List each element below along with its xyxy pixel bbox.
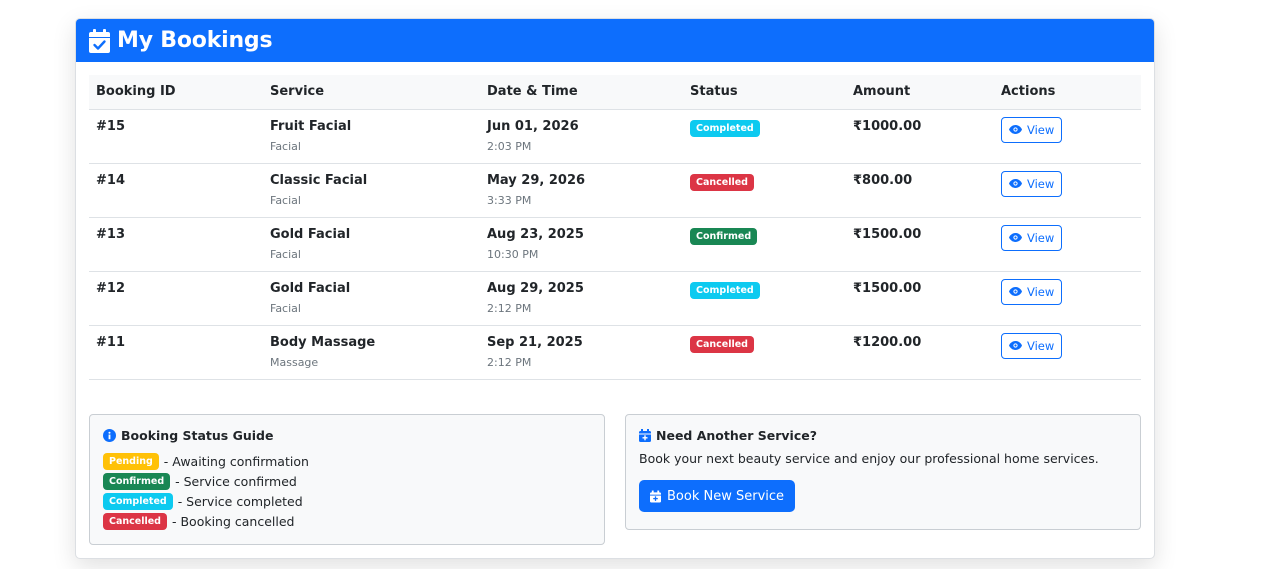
- guide-item-text: - Awaiting confirmation: [163, 453, 309, 469]
- service-name: Gold Facial: [270, 226, 351, 242]
- table-row: #15 Fruit Facial Facial Jun 01, 2026 2:03 …: [89, 109, 1141, 163]
- confirmed-badge: Confirmed: [103, 472, 171, 490]
- booking-time: 10:30 PM: [487, 247, 539, 261]
- booking-amount: ₹800.00: [853, 172, 913, 188]
- service-category: Facial: [270, 139, 301, 153]
- booking-amount: ₹1500.00: [853, 280, 922, 296]
- table-row: #11 Body Massage Massage Sep 21, 2025 2:12…: [89, 325, 1141, 379]
- service-category: Facial: [270, 193, 301, 207]
- view-button-label: View: [1027, 284, 1055, 299]
- booking-date: Jun 01, 2026: [487, 118, 579, 134]
- column-header-service: Service: [263, 75, 480, 110]
- column-header-booking-id: Booking ID: [89, 75, 263, 110]
- view-button[interactable]: View: [1001, 170, 1063, 197]
- status-badge: Cancelled: [690, 173, 754, 191]
- column-header-date-time: Date & Time: [480, 75, 683, 110]
- view-button-label: View: [1027, 176, 1055, 191]
- guide-item: Pending - Awaiting confirmation: [103, 451, 591, 471]
- booking-id: #13: [96, 226, 125, 242]
- service-name: Classic Facial: [270, 172, 368, 188]
- book-new-service-label: Book New Service: [667, 488, 785, 504]
- promo-text: Book your next beauty service and enjoy …: [639, 451, 1099, 466]
- table-header-row: Booking ID Service Date & Time Status Am…: [89, 75, 1141, 110]
- pending-badge: Pending: [103, 452, 159, 470]
- service-category: Facial: [270, 247, 301, 261]
- card-header: My Bookings: [76, 19, 1154, 62]
- booking-id: #11: [96, 334, 125, 350]
- view-button-label: View: [1027, 122, 1055, 137]
- promo-panel: Need Another Service? Book your next bea…: [625, 414, 1141, 530]
- status-badge: Completed: [690, 281, 760, 299]
- guide-item: Cancelled - Booking cancelled: [103, 511, 591, 531]
- promo-header: Need Another Service?: [639, 428, 1127, 443]
- service-category: Massage: [270, 355, 319, 369]
- booking-date: Aug 23, 2025: [487, 226, 584, 242]
- page-title: My Bookings: [117, 28, 273, 53]
- eye-icon: [1009, 125, 1022, 134]
- status-guide-panel: Booking Status Guide Pending - Awaiting …: [89, 414, 605, 545]
- status-badge: Confirmed: [690, 227, 758, 245]
- promo-title: Need Another Service?: [656, 428, 817, 443]
- booking-amount: ₹1500.00: [853, 226, 922, 242]
- guide-item: Completed - Service completed: [103, 491, 591, 511]
- view-button[interactable]: View: [1001, 116, 1063, 143]
- booking-id: #14: [96, 172, 125, 188]
- column-header-actions: Actions: [994, 75, 1141, 110]
- booking-time: 2:12 PM: [487, 301, 532, 315]
- status-badge: Cancelled: [690, 335, 754, 353]
- booking-id: #12: [96, 280, 125, 296]
- bookings-table-wrap: Booking ID Service Date & Time Status Am…: [89, 75, 1141, 380]
- booking-id: #15: [96, 118, 125, 134]
- status-guide-header: Booking Status Guide: [103, 428, 591, 443]
- booking-date: Sep 21, 2025: [487, 334, 583, 350]
- booking-date: Aug 29, 2025: [487, 280, 584, 296]
- cancelled-badge: Cancelled: [103, 512, 167, 530]
- booking-time: 2:12 PM: [487, 355, 532, 369]
- column-header-amount: Amount: [846, 75, 994, 110]
- table-row: #13 Gold Facial Facial Aug 23, 2025 10:30 …: [89, 217, 1141, 271]
- eye-icon: [1009, 341, 1022, 350]
- service-category: Facial: [270, 301, 301, 315]
- guide-item: Confirmed - Service confirmed: [103, 471, 591, 491]
- bookings-card: My Bookings Booking ID Service Date & Ti…: [75, 18, 1155, 559]
- booking-time: 2:03 PM: [487, 139, 532, 153]
- view-button-label: View: [1027, 338, 1055, 353]
- eye-icon: [1009, 179, 1022, 188]
- booking-amount: ₹1200.00: [853, 334, 922, 350]
- service-name: Fruit Facial: [270, 118, 352, 134]
- view-button[interactable]: View: [1001, 224, 1063, 251]
- calendar-check-icon: [89, 28, 110, 53]
- table-row: #12 Gold Facial Facial Aug 29, 2025 2:12 P…: [89, 271, 1141, 325]
- service-name: Gold Facial: [270, 280, 351, 296]
- booking-date: May 29, 2026: [487, 172, 586, 188]
- view-button[interactable]: View: [1001, 332, 1063, 359]
- calendar-plus-icon: [639, 429, 651, 442]
- completed-badge: Completed: [103, 492, 173, 510]
- column-header-status: Status: [683, 75, 846, 110]
- book-new-service-button[interactable]: Book New Service: [639, 480, 796, 512]
- view-button[interactable]: View: [1001, 278, 1063, 305]
- eye-icon: [1009, 287, 1022, 296]
- guide-item-text: - Service completed: [177, 493, 303, 509]
- view-button-label: View: [1027, 230, 1055, 245]
- booking-amount: ₹1000.00: [853, 118, 922, 134]
- table-row: #14 Classic Facial Facial May 29, 2026 3:3…: [89, 163, 1141, 217]
- guide-item-text: - Booking cancelled: [171, 513, 295, 529]
- calendar-plus-icon: [650, 490, 661, 502]
- bookings-table: Booking ID Service Date & Time Status Am…: [89, 75, 1141, 380]
- status-guide-title: Booking Status Guide: [121, 428, 274, 443]
- booking-time: 3:33 PM: [487, 193, 532, 207]
- eye-icon: [1009, 233, 1022, 242]
- guide-item-text: - Service confirmed: [175, 473, 297, 489]
- status-badge: Completed: [690, 119, 760, 137]
- info-icon: [103, 429, 116, 442]
- service-name: Body Massage: [270, 334, 376, 350]
